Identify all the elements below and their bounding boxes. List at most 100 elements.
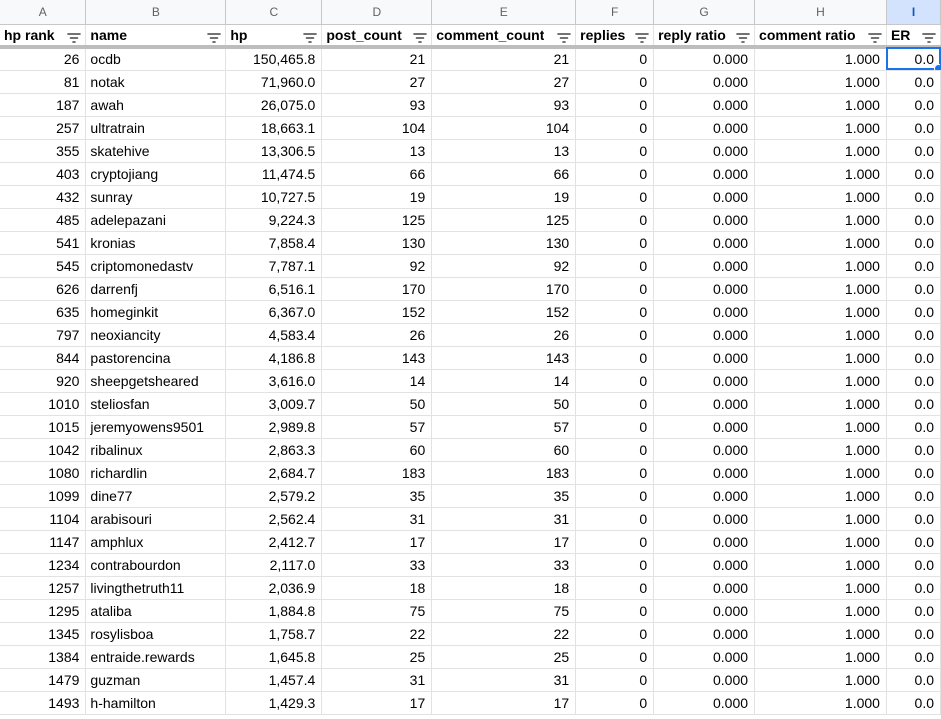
table-cell[interactable]: 0.0 [886,645,941,669]
table-cell[interactable]: 0 [575,254,655,278]
table-cell[interactable]: 0.000 [653,576,756,600]
table-cell[interactable]: 0 [575,93,655,117]
table-cell[interactable]: 0.000 [653,323,756,347]
table-cell[interactable]: 635 [0,300,87,324]
table-cell[interactable]: 71,960.0 [225,70,323,94]
column-letter[interactable]: B [85,0,227,25]
table-cell[interactable]: 0 [575,323,655,347]
table-cell[interactable]: 13,306.5 [225,139,323,163]
filter-icon[interactable] [736,31,750,43]
table-cell[interactable]: 1.000 [754,461,887,485]
table-cell[interactable]: 1.000 [754,185,887,209]
table-cell[interactable]: 485 [0,208,87,232]
table-cell[interactable]: 0.0 [886,346,941,370]
table-cell[interactable]: 0 [575,415,655,439]
spreadsheet-grid[interactable]: A B C D E F G H I hp rank name hp post_coun… [0,0,941,715]
table-cell[interactable]: 31 [321,668,433,692]
table-cell[interactable]: skatehive [85,139,227,163]
table-cell[interactable]: 14 [321,369,433,393]
table-cell[interactable]: 0.000 [653,415,756,439]
table-cell[interactable]: 0 [575,438,655,462]
header-cell[interactable]: ER [886,24,941,49]
table-cell[interactable]: 14 [431,369,577,393]
table-cell[interactable]: 0.000 [653,116,756,140]
table-cell[interactable]: 4,186.8 [225,346,323,370]
table-cell[interactable]: 0 [575,553,655,577]
table-cell[interactable]: 1.000 [754,70,887,94]
table-cell[interactable]: 1.000 [754,691,887,715]
table-cell[interactable]: 2,117.0 [225,553,323,577]
table-cell[interactable]: 31 [431,507,577,531]
table-cell[interactable]: 1.000 [754,392,887,416]
table-cell[interactable]: kronias [85,231,227,255]
table-cell[interactable]: 1.000 [754,599,887,623]
table-cell[interactable]: 844 [0,346,87,370]
table-cell[interactable]: 0.0 [886,530,941,554]
table-cell[interactable]: 1,429.3 [225,691,323,715]
column-letter[interactable]: A [0,0,87,25]
table-cell[interactable]: 50 [431,392,577,416]
table-cell[interactable]: 17 [431,691,577,715]
table-cell[interactable]: 0.0 [886,415,941,439]
table-cell[interactable]: cryptojiang [85,162,227,186]
table-cell[interactable]: jeremyowens9501 [85,415,227,439]
fill-handle[interactable] [934,63,940,69]
table-cell[interactable]: 0.0 [886,254,941,278]
table-cell[interactable]: 1015 [0,415,87,439]
table-cell[interactable]: 545 [0,254,87,278]
table-cell[interactable]: 6,367.0 [225,300,323,324]
table-cell[interactable]: 0.0 [886,70,941,94]
table-cell[interactable]: 626 [0,277,87,301]
table-cell[interactable]: 1.000 [754,139,887,163]
table-cell[interactable]: 187 [0,93,87,117]
table-cell[interactable]: 0 [575,507,655,531]
table-cell[interactable]: 25 [431,645,577,669]
table-cell[interactable]: 0.000 [653,162,756,186]
table-cell[interactable]: 1.000 [754,668,887,692]
table-cell[interactable]: 1010 [0,392,87,416]
table-cell[interactable]: 1.000 [754,208,887,232]
table-cell[interactable]: 0 [575,231,655,255]
table-cell[interactable]: 1.000 [754,507,887,531]
table-cell[interactable]: 0.000 [653,369,756,393]
table-cell[interactable]: 0.000 [653,139,756,163]
table-cell[interactable]: 1.000 [754,162,887,186]
table-cell[interactable]: 0.000 [653,185,756,209]
table-cell[interactable]: awah [85,93,227,117]
table-cell[interactable]: contrabourdon [85,553,227,577]
column-letter[interactable]: G [653,0,756,25]
filter-icon[interactable] [303,31,318,43]
table-cell[interactable]: 0 [575,461,655,485]
table-cell[interactable]: 0.000 [653,645,756,669]
table-cell[interactable]: adelepazani [85,208,227,232]
table-cell[interactable]: 0.000 [653,507,756,531]
table-cell[interactable]: 1.000 [754,47,887,71]
table-cell[interactable]: 0.000 [653,484,756,508]
table-cell[interactable]: 93 [321,93,433,117]
table-cell[interactable]: 0.0 [886,369,941,393]
table-cell[interactable]: 1042 [0,438,87,462]
table-cell[interactable]: 432 [0,185,87,209]
table-cell[interactable]: 2,036.9 [225,576,323,600]
table-cell[interactable]: 1295 [0,599,87,623]
table-cell[interactable]: 1,884.8 [225,599,323,623]
table-cell[interactable]: 21 [321,47,433,71]
table-cell[interactable]: 0.0 [886,461,941,485]
table-cell[interactable]: 1234 [0,553,87,577]
table-cell[interactable]: 66 [431,162,577,186]
table-cell[interactable]: 797 [0,323,87,347]
table-cell[interactable]: 1,645.8 [225,645,323,669]
table-cell[interactable]: 1.000 [754,484,887,508]
table-cell[interactable]: 17 [321,530,433,554]
table-cell[interactable]: 125 [431,208,577,232]
table-cell[interactable]: 143 [431,346,577,370]
table-cell[interactable]: 1,758.7 [225,622,323,646]
table-cell[interactable]: 35 [431,484,577,508]
table-cell[interactable]: 170 [321,277,433,301]
table-cell[interactable]: 27 [321,70,433,94]
table-cell[interactable]: 22 [321,622,433,646]
table-cell[interactable]: 50 [321,392,433,416]
table-cell[interactable]: 130 [431,231,577,255]
table-cell[interactable]: 1.000 [754,369,887,393]
table-cell[interactable]: 13 [431,139,577,163]
